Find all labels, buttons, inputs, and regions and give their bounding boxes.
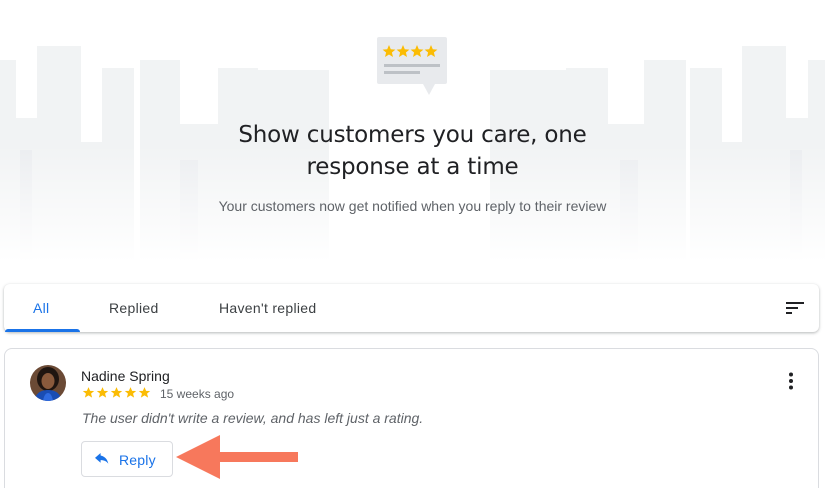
hero-title-line-1: Show customers you care, one (238, 122, 587, 148)
hero-title: Show customers you care, one response at… (0, 119, 825, 183)
review-text: The user didn't write a review, and has … (82, 410, 424, 426)
review-card: Nadine Spring 15 weeks ago The user didn… (4, 348, 819, 488)
review-filter-tabs: All Replied Haven't replied (4, 284, 819, 332)
annotation-arrow-icon (176, 435, 298, 479)
active-tab-indicator (5, 329, 80, 332)
tab-replied[interactable]: Replied (109, 284, 159, 332)
star-icon (124, 387, 137, 398)
star-icon (96, 387, 109, 398)
sort-icon[interactable] (785, 300, 805, 316)
star-rating (82, 386, 151, 400)
more-vert-icon[interactable] (788, 372, 794, 390)
star-icon (82, 387, 95, 398)
hero-banner: Show customers you care, one response at… (0, 0, 825, 262)
reply-button-label: Reply (119, 452, 156, 468)
reviewer-name: Nadine Spring (81, 368, 170, 384)
reply-button[interactable]: Reply (81, 441, 173, 477)
review-time: 15 weeks ago (160, 387, 235, 401)
reply-icon (95, 453, 109, 464)
tab-all[interactable]: All (33, 284, 49, 332)
star-icon (138, 387, 151, 398)
avatar (30, 365, 66, 401)
star-icon (110, 387, 123, 398)
review-stars-card-icon (377, 37, 447, 95)
tab-havent-replied[interactable]: Haven't replied (219, 284, 316, 332)
hero-subtitle: Your customers now get notified when you… (218, 198, 607, 214)
hero-title-line-2: response at a time (306, 154, 519, 180)
